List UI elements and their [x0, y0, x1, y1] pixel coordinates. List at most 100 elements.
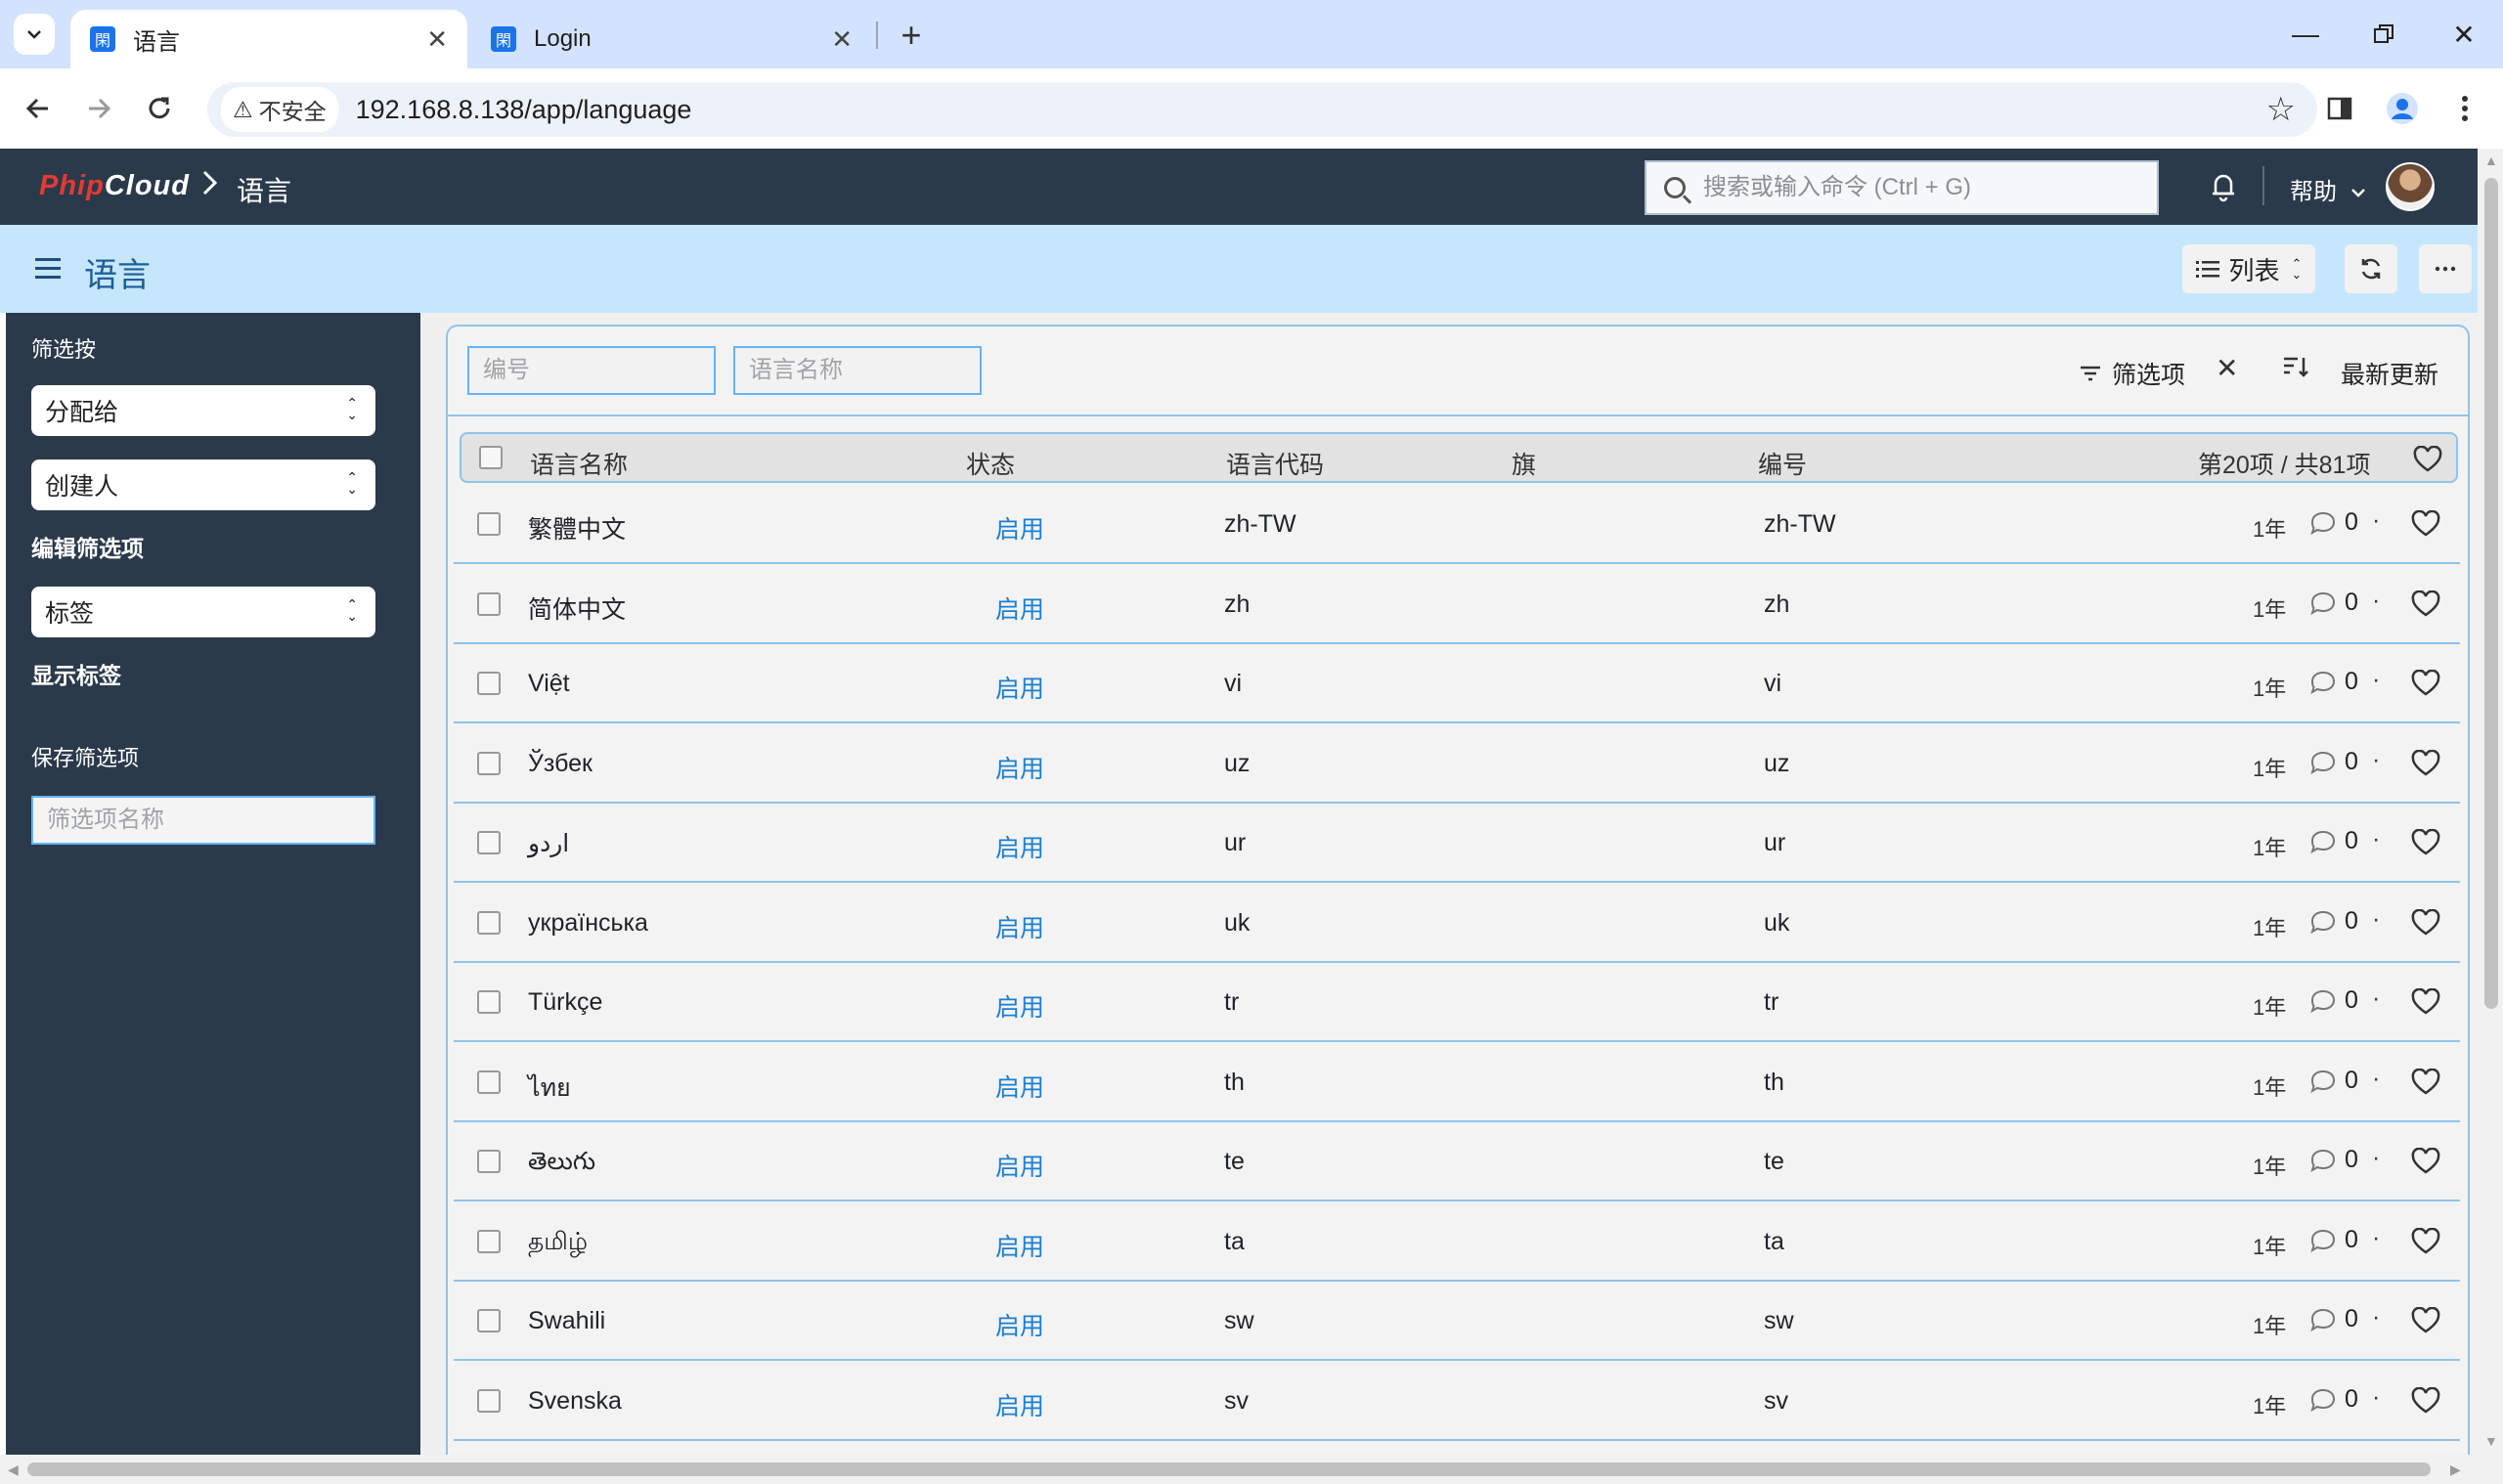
table-row[interactable]: Ўзбек 启用 uz uz 1年 0 ·	[454, 724, 2460, 804]
row-language-name[interactable]: Türkçe	[528, 988, 602, 1017]
sort-order-button[interactable]	[2282, 354, 2309, 386]
clear-filters-icon[interactable]: ✕	[2216, 352, 2238, 384]
like-heart-icon[interactable]	[2411, 1069, 2440, 1096]
vertical-scrollbar[interactable]: ▲ ▼	[2478, 149, 2503, 1455]
minimize-button[interactable]: —	[2276, 14, 2335, 55]
table-row[interactable]: українська 启用 uk uk 1年 0 ·	[454, 884, 2460, 963]
row-checkbox[interactable]	[477, 831, 501, 854]
like-heart-icon[interactable]	[2411, 590, 2440, 618]
row-language-name[interactable]: Svenska	[528, 1387, 622, 1416]
table-row[interactable]: 简体中文 启用 zh zh 1年 0 ·	[454, 565, 2460, 644]
table-row[interactable]: Svenska 启用 sv sv 1年 0 ·	[454, 1362, 2460, 1441]
row-status-indicator[interactable]: 启用	[995, 1387, 1044, 1422]
like-heart-icon[interactable]	[2411, 1387, 2440, 1415]
table-row[interactable]: ไทย 启用 th th 1年 0 ·	[454, 1043, 2460, 1122]
row-status-indicator[interactable]: 启用	[995, 750, 1044, 785]
row-language-name[interactable]: українська	[528, 909, 648, 938]
id-filter-input[interactable]	[467, 346, 716, 395]
row-status-indicator[interactable]: 启用	[995, 1307, 1044, 1342]
browser-tab-language[interactable]: 閑 语言 ✕	[70, 10, 467, 68]
close-tab-icon[interactable]: ✕	[831, 24, 853, 55]
row-language-name[interactable]: Việt	[528, 670, 570, 698]
scroll-up-icon[interactable]: ▲	[2484, 153, 2498, 168]
show-tags-link[interactable]: 显示标签	[31, 657, 121, 690]
table-row[interactable]: اردو 启用 ur ur 1年 0 ·	[454, 804, 2460, 883]
sidebar-toggle-icon[interactable]	[35, 258, 61, 280]
new-tab-button[interactable]: +	[892, 15, 931, 55]
row-checkbox[interactable]	[477, 911, 501, 935]
row-checkbox[interactable]	[477, 752, 501, 775]
bookmark-star-icon[interactable]: ☆	[2266, 90, 2296, 129]
filter-name-input[interactable]	[31, 796, 375, 845]
sort-by-button[interactable]: 最新更新	[2341, 356, 2438, 391]
security-indicator[interactable]: ⚠ 不安全	[221, 87, 338, 132]
back-button[interactable]	[16, 86, 61, 131]
like-heart-icon[interactable]	[2411, 1148, 2440, 1175]
table-row[interactable]: 繁體中文 启用 zh-TW zh-TW 1年 0 ·	[454, 485, 2460, 564]
row-language-name[interactable]: தமிழ்	[528, 1228, 588, 1259]
reload-button[interactable]	[137, 86, 182, 131]
row-checkbox[interactable]	[477, 1070, 501, 1094]
row-checkbox[interactable]	[477, 990, 501, 1014]
row-language-name[interactable]: 繁體中文	[528, 510, 626, 546]
row-language-name[interactable]: 简体中文	[528, 590, 626, 626]
edit-filters-link[interactable]: 编辑筛选项	[31, 530, 144, 563]
row-language-name[interactable]: اردو	[528, 829, 569, 858]
tags-select[interactable]: 标签 ⌃ ⌄	[31, 587, 375, 637]
row-status-indicator[interactable]: 启用	[995, 670, 1044, 705]
row-checkbox[interactable]	[477, 1150, 501, 1173]
table-row[interactable]: Türkçe 启用 tr tr 1年 0 ·	[454, 963, 2460, 1042]
like-heart-icon[interactable]	[2411, 988, 2440, 1016]
row-status-indicator[interactable]: 启用	[995, 829, 1044, 864]
created-by-select[interactable]: 创建人 ⌃ ⌄	[31, 459, 375, 510]
row-language-name[interactable]: తెలుగు	[528, 1148, 595, 1182]
notification-bell-icon[interactable]	[2206, 168, 2241, 203]
help-dropdown[interactable]: 帮助	[2290, 172, 2367, 206]
browser-tab-login[interactable]: 閑 Login ✕	[471, 10, 872, 68]
side-panel-button[interactable]	[2317, 86, 2362, 131]
awesome-bar[interactable]	[1645, 160, 2159, 215]
tab-search-button[interactable]	[14, 14, 55, 55]
like-heart-icon[interactable]	[2411, 510, 2440, 538]
row-checkbox[interactable]	[477, 512, 501, 536]
row-checkbox[interactable]	[477, 1309, 501, 1332]
horizontal-scrollbar-thumb[interactable]	[27, 1462, 2431, 1476]
horizontal-scrollbar[interactable]: ◀ ▶	[0, 1455, 2503, 1484]
row-language-name[interactable]: Ўзбек	[528, 750, 593, 778]
language-name-filter-input[interactable]	[733, 346, 982, 395]
row-status-indicator[interactable]: 启用	[995, 1069, 1044, 1104]
address-bar[interactable]: ⚠ 不安全 192.168.8.138/app/language ☆	[207, 82, 2317, 137]
like-heart-icon[interactable]	[2411, 909, 2440, 937]
like-heart-icon[interactable]	[2411, 1307, 2440, 1334]
table-row[interactable]: Swahili 启用 sw sw 1年 0 ·	[454, 1282, 2460, 1361]
restore-button[interactable]	[2354, 14, 2413, 55]
browser-menu-button[interactable]	[2442, 86, 2487, 131]
close-tab-icon[interactable]: ✕	[426, 24, 448, 55]
row-status-indicator[interactable]: 启用	[995, 1148, 1044, 1183]
select-all-checkbox[interactable]	[479, 446, 503, 469]
row-status-indicator[interactable]: 启用	[995, 1228, 1044, 1263]
breadcrumb-language[interactable]: 语言	[237, 170, 291, 209]
filter-button[interactable]: 筛选项	[2079, 356, 2185, 391]
liked-filter-heart-icon[interactable]	[2413, 446, 2442, 473]
vertical-scrollbar-thumb[interactable]	[2484, 178, 2498, 1009]
row-status-indicator[interactable]: 启用	[995, 510, 1044, 546]
like-heart-icon[interactable]	[2411, 670, 2440, 697]
scroll-down-icon[interactable]: ▼	[2484, 1433, 2498, 1449]
row-status-indicator[interactable]: 启用	[995, 909, 1044, 944]
reload-list-button[interactable]	[2345, 244, 2397, 293]
row-status-indicator[interactable]: 启用	[995, 988, 1044, 1024]
table-row[interactable]: Việt 启用 vi vi 1年 0 ·	[454, 644, 2460, 723]
view-switcher-button[interactable]: 列表 ⌃ ⌄	[2182, 244, 2315, 293]
scroll-left-icon[interactable]: ◀	[8, 1462, 19, 1478]
scroll-right-icon[interactable]: ▶	[2450, 1462, 2461, 1478]
like-heart-icon[interactable]	[2411, 750, 2440, 777]
user-avatar[interactable]	[2386, 162, 2435, 211]
row-language-name[interactable]: ไทย	[528, 1069, 571, 1108]
forward-button[interactable]	[76, 86, 121, 131]
app-logo[interactable]: PhipCloud	[39, 170, 190, 202]
like-heart-icon[interactable]	[2411, 1228, 2440, 1255]
table-row[interactable]: తెలుగు 启用 te te 1年 0 ·	[454, 1122, 2460, 1201]
row-checkbox[interactable]	[477, 672, 501, 695]
like-heart-icon[interactable]	[2411, 829, 2440, 856]
